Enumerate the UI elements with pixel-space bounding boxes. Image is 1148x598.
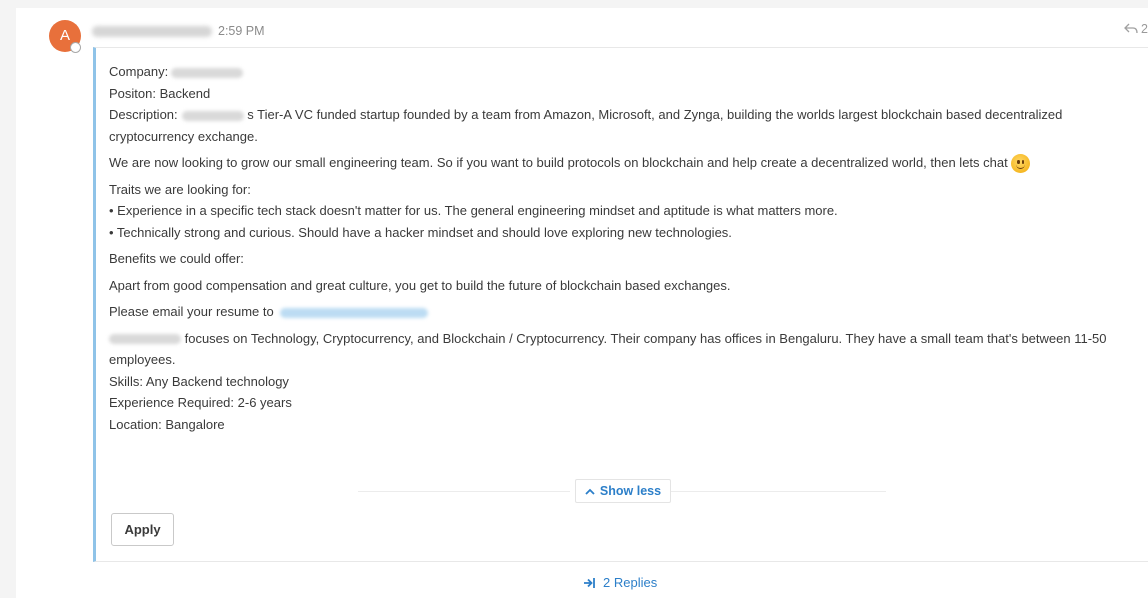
email-line: Please email your resume to	[109, 301, 1139, 323]
reply-icon	[1124, 23, 1138, 34]
message-header: 2:59 PM	[92, 22, 265, 40]
company-name-redacted	[171, 67, 244, 78]
location-line: Location: Bangalore	[109, 416, 225, 432]
benefits-heading: Benefits we could offer:	[109, 251, 244, 266]
message-time[interactable]: 2:59 PM	[218, 24, 265, 38]
divider	[358, 491, 570, 492]
grow-line: We are now looking to grow our small eng…	[109, 152, 1139, 174]
replies-button[interactable]: 2 Replies	[583, 575, 657, 590]
author-name-redacted[interactable]	[92, 25, 212, 37]
trait-item: • Experience in a specific tech stack do…	[109, 203, 838, 218]
position-line: Positon: Backend	[109, 85, 211, 101]
replies-label: 2 Replies	[603, 575, 658, 590]
description-line: Description: s Tier-A VC funded startup …	[109, 107, 1063, 144]
company-name-redacted	[109, 334, 181, 345]
trait-item: • Technically strong and curious. Should…	[109, 224, 732, 240]
smiley-emoji-icon	[1011, 154, 1031, 174]
email-link-redacted[interactable]	[280, 307, 429, 318]
thread-reply-count-label: 2	[1141, 22, 1148, 36]
apply-button[interactable]: Apply	[111, 513, 174, 546]
thread-reply-count[interactable]: 2	[1124, 22, 1148, 36]
message-body: Company: Positon: Backend Description: s…	[109, 61, 1139, 435]
benefits-line: Apart from good compensation and great c…	[109, 277, 731, 293]
status-indicator	[70, 42, 81, 53]
focus-line: focuses on Technology, Cryptocurrency, a…	[109, 330, 1107, 367]
message-attachment: Company: Positon: Backend Description: s…	[93, 47, 1148, 562]
divider	[671, 491, 886, 492]
company-line: Company:	[109, 61, 1139, 83]
show-less-label: Show less	[599, 484, 662, 498]
traits-heading: Traits we are looking for:	[109, 181, 251, 197]
reply-arrow-icon	[584, 577, 595, 588]
company-name-redacted	[181, 110, 244, 121]
skills-line: Skills: Any Backend technology	[109, 373, 289, 389]
show-less-button[interactable]: Show less	[575, 479, 671, 503]
chevron-up-icon	[585, 488, 595, 495]
experience-line: Experience Required: 2-6 years	[109, 395, 292, 410]
